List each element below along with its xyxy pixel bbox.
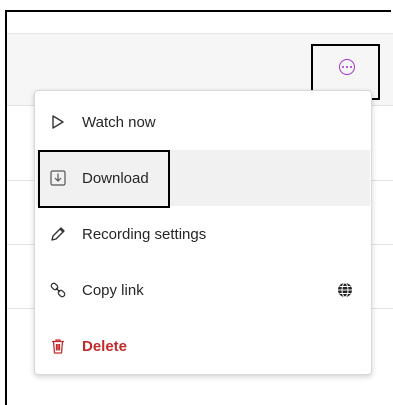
menu-item-recording-settings[interactable]: Recording settings [36,206,370,262]
menu-item-label: Delete [82,337,128,355]
menu-item-label: Copy link [82,281,144,299]
download-icon [48,168,68,188]
menu-item-label: Watch now [82,113,156,131]
menu-item-watch-now[interactable]: Watch now [36,94,370,150]
trash-icon [48,336,68,356]
menu-item-copy-link[interactable]: Copy link [36,262,370,318]
pencil-icon [48,224,68,244]
menu-item-label: Recording settings [82,225,207,243]
globe-icon [336,281,354,299]
link-icon [48,280,68,300]
context-menu: Watch now Download Recording settings Co… [34,90,372,375]
menu-item-delete[interactable]: Delete [36,318,370,374]
menu-item-download[interactable]: Download [36,150,370,206]
menu-item-label: Download [82,169,149,187]
play-icon [48,112,68,132]
